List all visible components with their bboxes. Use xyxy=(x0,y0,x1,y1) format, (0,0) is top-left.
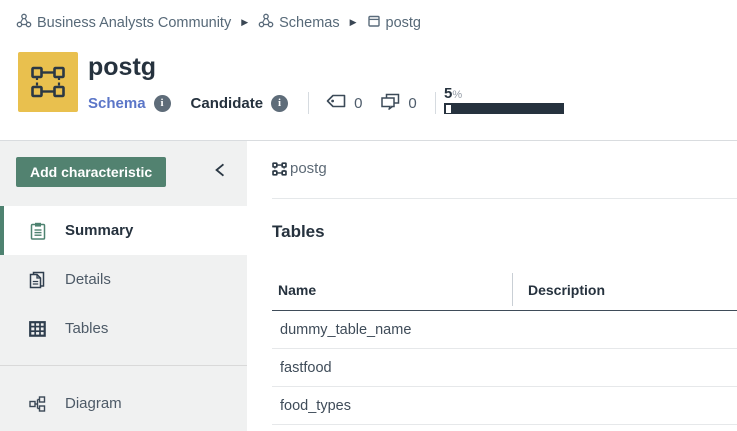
breadcrumb-separator-icon: ▶ xyxy=(241,17,248,28)
column-header-name[interactable]: Name xyxy=(272,273,513,306)
column-header-description[interactable]: Description xyxy=(513,273,737,306)
add-characteristic-button[interactable]: Add characteristic xyxy=(16,157,166,187)
sidebar-item-label: Diagram xyxy=(65,395,122,412)
community-icon xyxy=(16,13,32,32)
completeness-bar xyxy=(444,103,564,114)
info-icon[interactable]: i xyxy=(271,95,288,112)
schema-asset-icon xyxy=(18,52,78,112)
sidebar-item-tables[interactable]: Tables xyxy=(0,304,247,353)
sidebar-item-label: Details xyxy=(65,271,111,288)
comments-count[interactable]: 0 xyxy=(380,93,416,114)
collapse-sidebar-button[interactable] xyxy=(214,162,228,178)
breadcrumb-item-community[interactable]: Business Analysts Community xyxy=(16,13,231,32)
table-cell-name[interactable]: dummy_table_name xyxy=(272,322,513,338)
schema-small-icon xyxy=(272,162,287,176)
grid-icon xyxy=(28,321,47,337)
sidebar-nav: Summary Details xyxy=(0,206,247,428)
section-title: Tables xyxy=(272,222,737,242)
tags-count[interactable]: 0 xyxy=(325,93,362,113)
info-icon[interactable]: i xyxy=(154,95,171,112)
community-icon xyxy=(258,13,274,32)
comments-count-value: 0 xyxy=(408,95,416,112)
divider xyxy=(435,92,436,114)
sidebar-item-diagram[interactable]: Diagram xyxy=(0,379,247,428)
content-divider xyxy=(272,198,737,199)
breadcrumb-label: Business Analysts Community xyxy=(37,15,231,31)
sidebar-item-label: Summary xyxy=(65,222,133,239)
sidebar-item-details[interactable]: Details xyxy=(0,255,247,304)
asset-meta-row: Schema i Candidate i 0 0 xyxy=(88,88,452,118)
table-row[interactable]: fastfood xyxy=(272,349,737,387)
page-title: postg xyxy=(88,53,156,82)
asset-page: Business Analysts Community ▶ Schemas ▶ xyxy=(0,0,737,431)
breadcrumb-item-postg[interactable]: postg xyxy=(367,14,421,32)
asset-label-text: postg xyxy=(290,160,327,177)
tags-count-value: 0 xyxy=(354,95,362,112)
domain-icon xyxy=(367,14,381,32)
tag-icon xyxy=(325,93,347,113)
main-content: postg Tables Name Description dummy_tabl… xyxy=(247,141,737,431)
sidebar-item-summary[interactable]: Summary xyxy=(0,206,247,255)
asset-label: postg xyxy=(272,160,737,177)
table-header-row: Name Description xyxy=(272,273,737,311)
completeness-fill xyxy=(446,105,452,113)
status-label: Candidate xyxy=(191,95,264,112)
table-cell-name[interactable]: fastfood xyxy=(272,360,513,376)
sidebar-divider xyxy=(0,365,247,366)
breadcrumb-label: postg xyxy=(386,15,421,31)
sidebar-item-label: Tables xyxy=(65,320,108,337)
breadcrumb: Business Analysts Community ▶ Schemas ▶ xyxy=(16,13,421,32)
comments-icon xyxy=(380,93,401,114)
sidebar: Add characteristic Summary xyxy=(0,141,247,431)
table-row[interactable]: dummy_table_name xyxy=(272,311,737,349)
breadcrumb-item-schemas[interactable]: Schemas xyxy=(258,13,339,32)
asset-type-link[interactable]: Schema xyxy=(88,95,146,112)
completeness-indicator[interactable]: 5% xyxy=(444,87,564,114)
table-row[interactable]: food_types xyxy=(272,387,737,425)
divider xyxy=(308,92,309,114)
diagram-icon xyxy=(28,396,47,412)
completeness-label: 5% xyxy=(444,87,564,102)
table-cell-name[interactable]: food_types xyxy=(272,398,513,414)
breadcrumb-label: Schemas xyxy=(279,15,339,31)
clipboard-icon xyxy=(28,222,47,240)
document-icon xyxy=(28,271,47,289)
tables-table: Name Description dummy_table_name fastfo… xyxy=(272,273,737,425)
breadcrumb-separator-icon: ▶ xyxy=(350,17,357,28)
